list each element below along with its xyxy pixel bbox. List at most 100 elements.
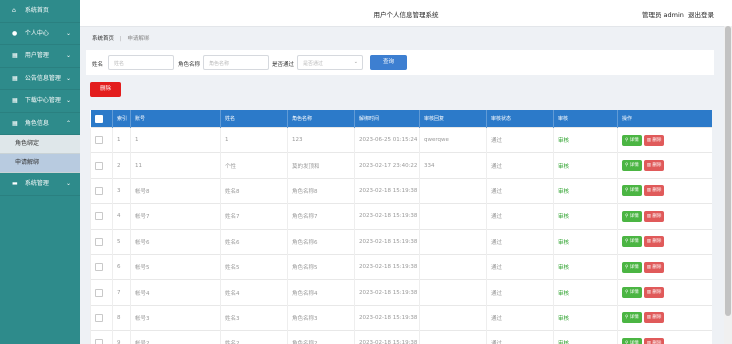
row-checkbox[interactable] bbox=[95, 186, 103, 195]
row-audit-status: 通过 bbox=[486, 126, 554, 153]
data-table: 索引 账号 姓名 角色名称 解绑时间 审核回复 审核状态 审核 操作 1 1 1 12… bbox=[90, 110, 712, 344]
row-select-cell[interactable] bbox=[90, 330, 113, 344]
scrollbar-thumb[interactable] bbox=[725, 26, 731, 316]
row-checkbox[interactable] bbox=[95, 237, 103, 246]
sidebar-item-label: 用户管理 bbox=[24, 52, 49, 59]
role-name-input[interactable]: 角色名称 bbox=[203, 55, 269, 70]
breadcrumb: 系统首页 | 申请解绑 bbox=[92, 34, 149, 42]
table-row: 5 帐号6 姓名6 角色名称6 2023-02-18 15:19:38 通过 审核 ⚲ 详情 ▥… bbox=[90, 228, 712, 255]
row-delete-button[interactable]: ▥ 删除 bbox=[643, 134, 665, 146]
row-select-cell[interactable] bbox=[90, 126, 113, 153]
detail-button[interactable]: ⚲ 详情 bbox=[622, 287, 642, 299]
row-account: 帐号7 bbox=[130, 203, 221, 230]
row-audit-status: 通过 bbox=[486, 203, 554, 230]
row-audit-link[interactable]: 审核 bbox=[553, 152, 618, 179]
detail-button-label: 详情 bbox=[629, 315, 639, 321]
select-all-header[interactable] bbox=[90, 110, 113, 128]
sidebar-item-user-management[interactable]: ▦ 用户管理 ⌄ bbox=[0, 45, 80, 68]
name-input[interactable]: 姓名 bbox=[108, 55, 174, 70]
user-label: 管理员 admin bbox=[641, 11, 684, 19]
sidebar-subitem-role-binding[interactable]: 角色绑定 bbox=[0, 135, 80, 154]
row-checkbox[interactable] bbox=[95, 339, 103, 344]
row-checkbox[interactable] bbox=[95, 212, 103, 221]
detail-button[interactable]: ⚲ 详情 bbox=[622, 236, 642, 248]
row-delete-button[interactable]: ▥ 删除 bbox=[643, 210, 665, 222]
logout-link[interactable]: 退出登录 bbox=[688, 11, 714, 19]
sidebar-item-download-management[interactable]: ▦ 下载中心管理 ⌄ bbox=[0, 90, 80, 113]
row-account: 帐号4 bbox=[130, 279, 221, 306]
row-delete-label: 删除 bbox=[652, 315, 662, 321]
row-checkbox[interactable] bbox=[95, 263, 103, 272]
row-checkbox[interactable] bbox=[95, 161, 103, 170]
detail-button[interactable]: ⚲ 详情 bbox=[622, 261, 642, 273]
row-role-name: 123 bbox=[287, 126, 355, 153]
row-delete-button[interactable]: ▥ 删除 bbox=[643, 337, 665, 344]
sidebar-item-personal-center[interactable]: ● 个人中心 ⌄ bbox=[0, 23, 80, 45]
row-audit-link[interactable]: 审核 bbox=[553, 228, 618, 255]
row-unbind-time: 2023-02-18 15:19:38 bbox=[354, 177, 420, 204]
column-header: 审核状态 bbox=[486, 110, 554, 128]
row-delete-button[interactable]: ▥ 删除 bbox=[643, 312, 665, 324]
detail-button[interactable]: ⚲ 详情 bbox=[622, 337, 642, 344]
row-checkbox[interactable] bbox=[95, 313, 103, 322]
select-all-checkbox[interactable] bbox=[95, 114, 103, 123]
breadcrumb-home[interactable]: 系统首页 bbox=[92, 36, 114, 42]
column-header: 操作 bbox=[617, 110, 712, 128]
sidebar-item-role-info[interactable]: ▦ 角色信息 ⌃ bbox=[0, 113, 80, 135]
row-delete-button[interactable]: ▥ 删除 bbox=[643, 160, 665, 172]
row-audit-link[interactable]: 审核 bbox=[553, 126, 618, 153]
row-audit-link[interactable]: 审核 bbox=[553, 330, 618, 344]
row-audit-link[interactable]: 审核 bbox=[553, 203, 618, 230]
row-checkbox[interactable] bbox=[95, 288, 103, 297]
sidebar: ⌂ 系统首页 ● 个人中心 ⌄ ▦ 用户管理 ⌄ ▦ 公告信息管理 ⌄ ▦ 下载… bbox=[0, 0, 80, 344]
delete-button[interactable]: 删除 bbox=[90, 82, 121, 97]
top-bar: 用户个人信息管理系统 管理员 admin 退出登录 bbox=[80, 0, 732, 27]
row-audit-link[interactable]: 审核 bbox=[553, 304, 618, 331]
chevron-down-icon: ⌄ bbox=[65, 74, 71, 82]
row-audit-status: 通过 bbox=[486, 279, 554, 306]
search-button[interactable]: 查询 bbox=[370, 55, 407, 70]
row-audit-status: 通过 bbox=[486, 177, 554, 204]
row-select-cell[interactable] bbox=[90, 228, 113, 255]
row-select-cell[interactable] bbox=[90, 152, 113, 179]
row-actions: ⚲ 详情 ▥ 删除 bbox=[617, 304, 712, 331]
row-checkbox[interactable] bbox=[95, 136, 103, 145]
row-delete-button[interactable]: ▥ 删除 bbox=[643, 185, 665, 197]
row-audit-link[interactable]: 审核 bbox=[553, 279, 618, 306]
sidebar-item-home[interactable]: ⌂ 系统首页 bbox=[0, 0, 80, 23]
row-delete-label: 删除 bbox=[652, 213, 662, 219]
app-title: 用户个人信息管理系统 bbox=[373, 11, 439, 19]
row-select-cell[interactable] bbox=[90, 304, 113, 331]
pass-select[interactable]: 是否通过 ⌄ bbox=[297, 55, 363, 70]
row-role-name: 角色名称2 bbox=[287, 330, 355, 344]
row-delete-button[interactable]: ▥ 删除 bbox=[643, 261, 665, 273]
scrollbar[interactable] bbox=[724, 26, 732, 344]
detail-button[interactable]: ⚲ 详情 bbox=[622, 134, 642, 146]
sidebar-item-label: 系统管理 bbox=[24, 180, 49, 187]
detail-button[interactable]: ⚲ 详情 bbox=[622, 312, 642, 324]
row-select-cell[interactable] bbox=[90, 279, 113, 306]
row-delete-label: 删除 bbox=[652, 264, 662, 270]
row-index: 3 bbox=[112, 177, 131, 204]
row-role-name: 角色名称6 bbox=[287, 228, 355, 255]
row-audit-link[interactable]: 审核 bbox=[553, 253, 618, 280]
row-select-cell[interactable] bbox=[90, 253, 113, 280]
detail-button-label: 详情 bbox=[629, 213, 639, 219]
detail-button[interactable]: ⚲ 详情 bbox=[622, 210, 642, 222]
sidebar-item-system-management[interactable]: ▬ 系统管理 ⌄ bbox=[0, 173, 80, 196]
sidebar-item-notice-management[interactable]: ▦ 公告信息管理 ⌄ bbox=[0, 68, 80, 90]
chevron-down-icon: ⌄ bbox=[65, 97, 71, 104]
sidebar-subitem-apply-unbind[interactable]: 申请解绑 bbox=[0, 154, 80, 173]
table-row: 1 1 1 123 2023-06-25 01:15:24 qwerqwe 通过 审核 ⚲ 详情… bbox=[90, 126, 712, 153]
detail-button-label: 详情 bbox=[629, 239, 639, 245]
detail-button[interactable]: ⚲ 详情 bbox=[622, 160, 642, 172]
row-actions: ⚲ 详情 ▥ 删除 bbox=[617, 279, 712, 306]
detail-button[interactable]: ⚲ 详情 bbox=[622, 185, 642, 197]
row-account: 帐号8 bbox=[130, 177, 221, 204]
row-index: 5 bbox=[112, 228, 131, 255]
row-audit-link[interactable]: 审核 bbox=[553, 177, 618, 204]
row-delete-button[interactable]: ▥ 删除 bbox=[643, 287, 665, 299]
row-select-cell[interactable] bbox=[90, 203, 113, 230]
row-select-cell[interactable] bbox=[90, 177, 113, 204]
row-delete-button[interactable]: ▥ 删除 bbox=[643, 236, 665, 248]
